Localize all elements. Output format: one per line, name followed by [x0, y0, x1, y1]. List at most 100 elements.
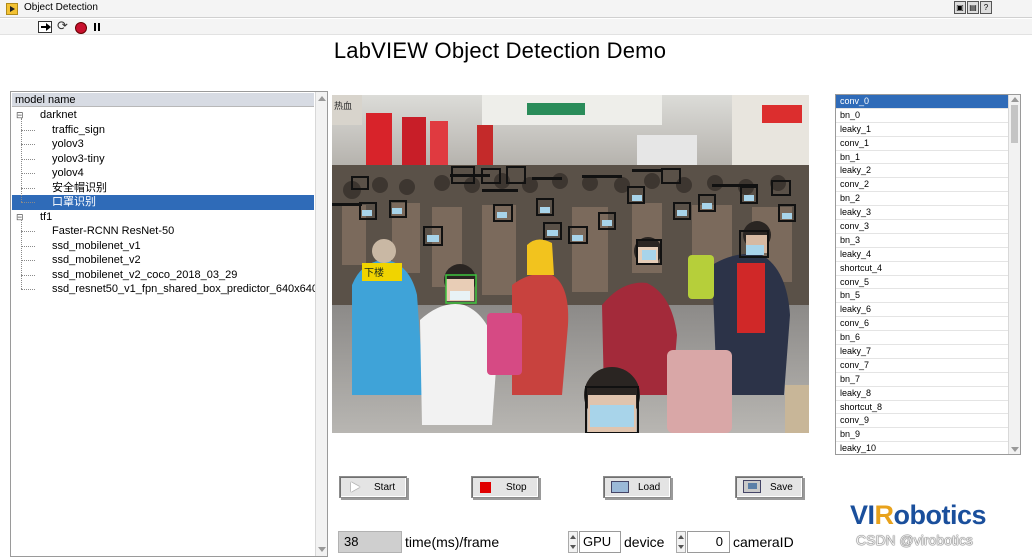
tree-scrollbar[interactable]: [315, 92, 327, 556]
layer-item[interactable]: leaky_8: [836, 387, 1008, 401]
start-button[interactable]: Start: [339, 476, 407, 498]
run-arrow-icon[interactable]: [38, 21, 52, 33]
tree-item-label: ssd_mobilenet_v1: [52, 239, 141, 252]
layer-scrollbar[interactable]: [1008, 95, 1020, 454]
scroll-down-icon[interactable]: [318, 547, 326, 552]
window-title: Object Detection: [24, 2, 98, 13]
layer-item[interactable]: bn_2: [836, 192, 1008, 207]
run-continuously-icon[interactable]: [56, 18, 70, 34]
detection-image: 下楼 热血: [332, 95, 809, 433]
layer-listbox[interactable]: conv_0 bn_0 leaky_1 conv_1 bn_1 leaky_2 conv_2…: [835, 94, 1021, 455]
layer-item[interactable]: bn_6: [836, 331, 1008, 346]
tree-item-label: ssd_mobilenet_v2_coco_2018_03_29: [52, 268, 238, 281]
tree-connector: [21, 202, 35, 203]
tree-connector: [21, 219, 22, 289]
tree-rows: ⊟ darknet traffic_sign yolov3 yolov3-tiny yol…: [12, 108, 318, 297]
tree-group-tf1[interactable]: ⊟ tf1: [12, 210, 314, 225]
tree-item-label: yolov4: [52, 167, 84, 179]
scroll-up-icon[interactable]: [318, 96, 326, 101]
layer-item[interactable]: leaky_3: [836, 206, 1008, 221]
layer-item[interactable]: conv_7: [836, 359, 1008, 373]
tree-item[interactable]: traffic_sign: [12, 123, 314, 138]
layer-item[interactable]: conv_3: [836, 220, 1008, 234]
layer-item[interactable]: leaky_7: [836, 345, 1008, 359]
stop-button[interactable]: Stop: [471, 476, 539, 498]
scroll-up-icon[interactable]: [1011, 97, 1019, 102]
scroll-down-icon[interactable]: [1011, 447, 1019, 452]
watermark: CSDN @virobotics: [856, 532, 973, 548]
tree-item[interactable]: yolov3-tiny: [12, 152, 314, 167]
collapse-icon[interactable]: ⊟: [16, 210, 24, 225]
tree-item[interactable]: ssd_resnet50_v1_fpn_shared_box_predictor…: [12, 282, 318, 297]
help-icon[interactable]: ?: [980, 1, 992, 14]
layer-item[interactable]: shortcut_4: [836, 262, 1008, 276]
layer-item[interactable]: conv_2: [836, 178, 1008, 193]
layer-item[interactable]: bn_7: [836, 373, 1008, 387]
tree-connector: [21, 187, 35, 189]
tree-item-label: traffic_sign: [52, 123, 105, 136]
tree-item-label: yolov3-tiny: [52, 152, 105, 165]
layer-item[interactable]: bn_1: [836, 151, 1008, 165]
layer-item[interactable]: conv_9: [836, 414, 1008, 429]
app-window: Object Detection ▣ ▤ ? LabVIEW Object De…: [0, 0, 1032, 560]
tree-group-label: darknet: [40, 109, 77, 121]
layer-item[interactable]: leaky_1: [836, 123, 1008, 137]
layer-item[interactable]: bn_0: [836, 109, 1008, 123]
layer-item[interactable]: leaky_10: [836, 442, 1008, 454]
scroll-thumb[interactable]: [1011, 105, 1018, 143]
layer-item[interactable]: conv_1: [836, 137, 1008, 151]
save-button-label: Save: [770, 482, 793, 493]
layer-item[interactable]: leaky_4: [836, 248, 1008, 262]
tree-item[interactable]: yolov4: [12, 166, 314, 181]
exit-sign: [527, 103, 585, 115]
layer-item[interactable]: leaky_6: [836, 303, 1008, 318]
pause-icon[interactable]: [92, 21, 106, 33]
tree-item[interactable]: 安全帽识别: [12, 181, 314, 196]
tree-item-label: ssd_mobilenet_v2: [52, 254, 141, 266]
layer-item[interactable]: shortcut_8: [836, 401, 1008, 415]
device-ring-arrows[interactable]: [568, 531, 578, 553]
start-button-label: Start: [374, 482, 396, 493]
tree-item[interactable]: ssd_mobilenet_v2: [12, 253, 314, 268]
camera-id-label: cameraID: [733, 534, 794, 550]
save-button[interactable]: Save: [735, 476, 803, 498]
model-tree[interactable]: model name ⊟ darknet traffic_sign yolov3 yol…: [10, 91, 328, 557]
load-button[interactable]: Load: [603, 476, 671, 498]
tree-item-label: 安全帽识别: [52, 181, 107, 194]
collapse-icon[interactable]: ⊟: [16, 108, 24, 123]
vest-sign-text: 下楼: [364, 266, 384, 279]
connector-pane-icons[interactable]: ▣ ▤ ?: [954, 1, 992, 14]
layer-item[interactable]: conv_6: [836, 317, 1008, 332]
tree-connector: [21, 245, 35, 247]
vi-icon[interactable]: ▣: [954, 1, 966, 14]
tree-connector: [21, 158, 35, 160]
stop-button-label: Stop: [506, 482, 527, 493]
time-indicator: 38: [338, 531, 402, 553]
tree-item[interactable]: ssd_mobilenet_v2_coco_2018_03_29: [12, 268, 314, 283]
layer-item[interactable]: leaky_2: [836, 164, 1008, 179]
device-field[interactable]: GPU: [579, 531, 621, 553]
layer-item[interactable]: bn_9: [836, 428, 1008, 443]
camera-id-stepper[interactable]: [676, 531, 686, 553]
tree-item[interactable]: yolov3: [12, 137, 314, 152]
layer-item[interactable]: conv_0: [836, 95, 1008, 109]
tree-item[interactable]: 口罩识别: [12, 195, 314, 210]
tree-group-label: tf1: [40, 210, 53, 223]
tree-connector: [21, 173, 35, 174]
layer-item[interactable]: bn_3: [836, 234, 1008, 248]
layer-item[interactable]: conv_5: [836, 276, 1008, 290]
layer-item[interactable]: bn_5: [836, 289, 1008, 304]
camera-id-field[interactable]: 0: [687, 531, 730, 553]
virobotics-logo: VIRobotics: [850, 500, 987, 530]
tree-group-darknet[interactable]: ⊟ darknet: [12, 108, 314, 123]
abort-icon[interactable]: [74, 21, 88, 34]
stop-icon: [480, 482, 491, 493]
tree-item[interactable]: Faster-RCNN ResNet-50: [12, 224, 314, 239]
vi-icon: [6, 3, 18, 15]
tree-item[interactable]: ssd_mobilenet_v1: [12, 239, 314, 254]
vi-toolbar: [0, 18, 1032, 35]
connector-icon[interactable]: ▤: [967, 1, 979, 14]
tree-connector: [21, 231, 35, 232]
tree-connector: [21, 129, 35, 131]
tree-connector: [21, 260, 35, 261]
